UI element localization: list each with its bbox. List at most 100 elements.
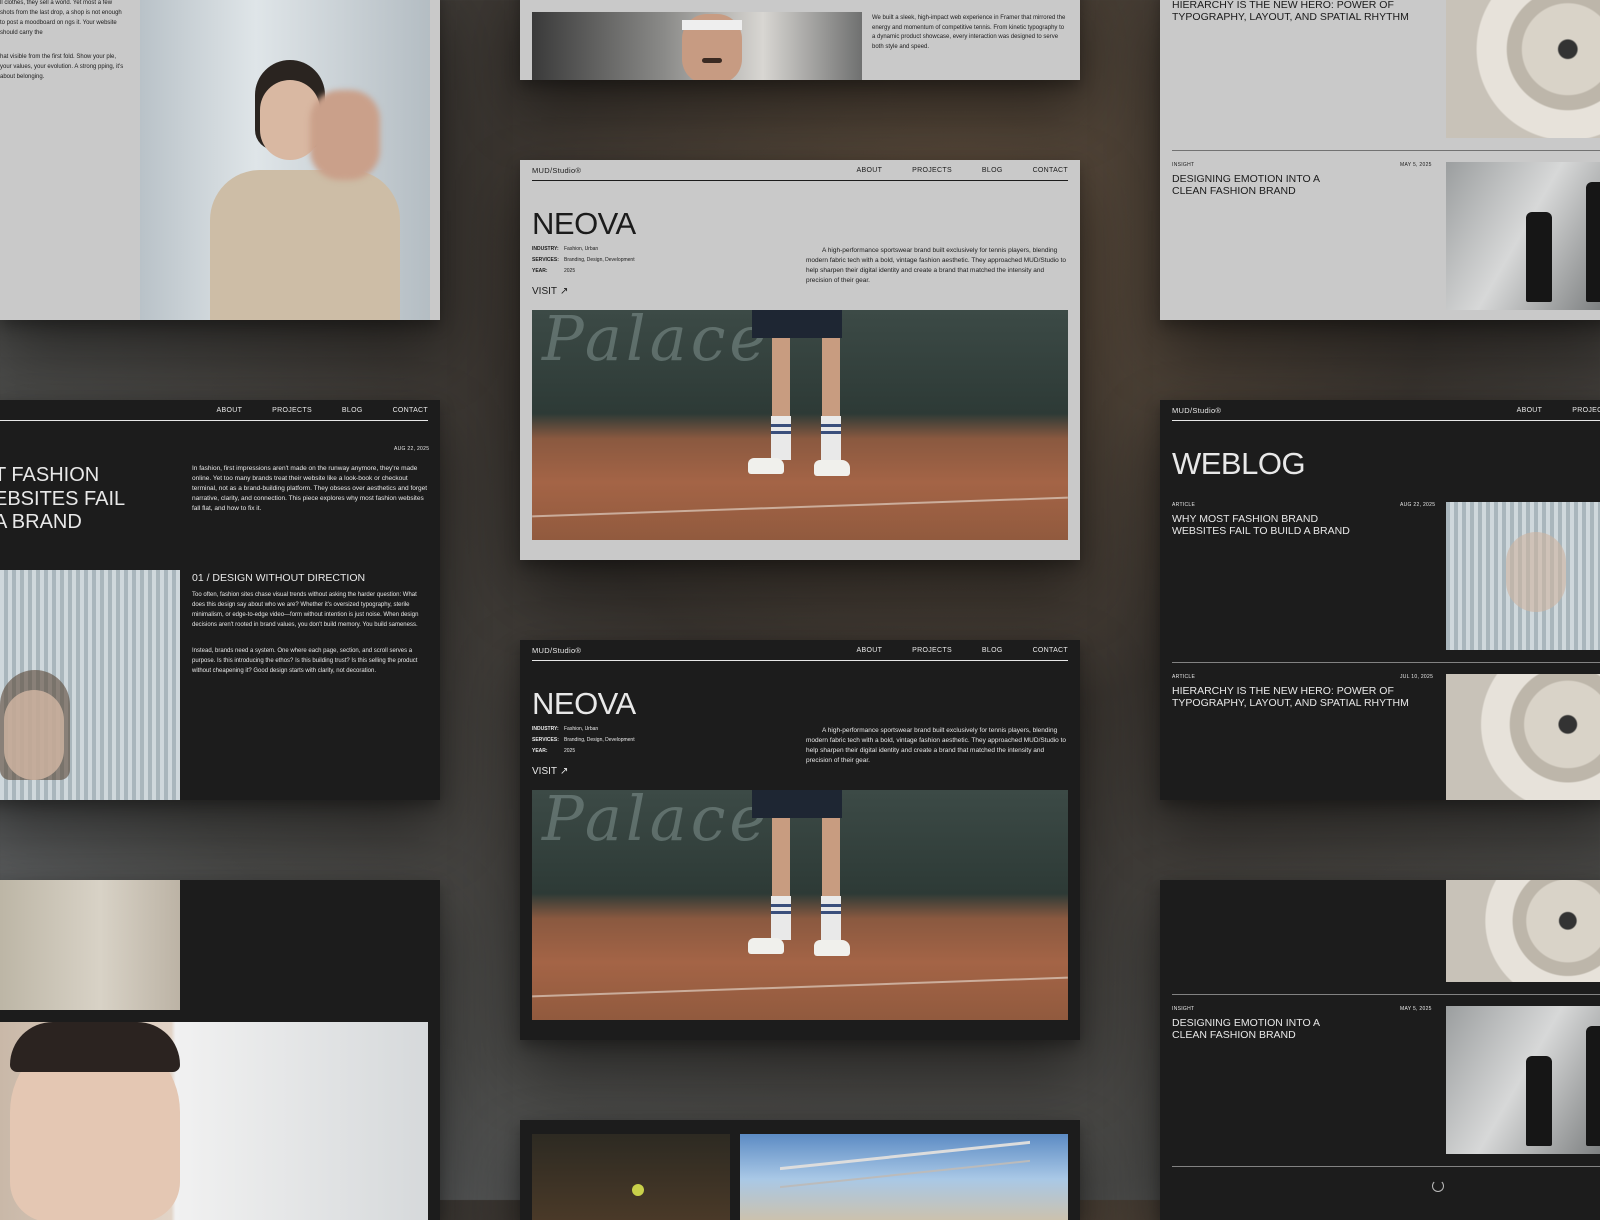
services-value: Branding, Design, Development <box>564 257 635 263</box>
fluted-glass-portrait <box>0 570 180 800</box>
section-heading: 01 / DESIGN WITHOUT DIRECTION <box>192 572 366 584</box>
project-meta: INDUSTRY: Fashion, Urban SERVICES: Brandin… <box>532 724 635 757</box>
card-top-right: HIERARCHY IS THE NEW HERO: POWER OF TYPO… <box>1160 0 1600 320</box>
loading-spinner-icon <box>1432 1180 1444 1192</box>
nav-projects[interactable]: PROJECTS <box>1572 407 1600 414</box>
services-label: SERVICES: <box>532 737 559 743</box>
tennis-court-photo: Palace <box>532 310 1068 540</box>
project-title: NEOVA <box>532 686 636 721</box>
navbar: MUD/Studio® ABOUT PROJECTS BLOG CONTACT <box>532 160 1068 181</box>
nav-contact[interactable]: CONTACT <box>1033 647 1068 654</box>
divider <box>1172 1166 1600 1167</box>
nav-projects[interactable]: PROJECTS <box>912 167 952 174</box>
section-paragraph: Too often, fashion sites chase visual tr… <box>192 592 419 628</box>
model-photo <box>1446 1006 1600 1154</box>
nav-projects[interactable]: PROJECTS <box>272 407 312 414</box>
visit-label: VISIT <box>532 286 558 297</box>
nav-projects[interactable]: PROJECTS <box>912 647 952 654</box>
divider <box>1172 994 1600 995</box>
article-title-line: EBSITES FAIL <box>0 487 126 510</box>
project-description: A high-performance sportswear brand buil… <box>806 727 1067 764</box>
court-lettering: Palace <box>542 790 771 855</box>
project-summary: We built a sleek, high-impact web experi… <box>872 15 1066 50</box>
arrow-up-right-icon: ↗ <box>560 286 569 297</box>
fluted-glass-photo <box>1446 502 1600 650</box>
section-paragraph: Instead, brands need a system. One where… <box>192 648 418 674</box>
tennis-player-photo <box>532 12 862 80</box>
nav-contact[interactable]: CONTACT <box>393 407 428 414</box>
article-link[interactable]: DESIGNING EMOTION INTO A CLEAN FASHION B… <box>1172 1017 1322 1041</box>
year-value: 2025 <box>564 748 576 754</box>
case-study-dark: MUD/Studio® ABOUT PROJECTS BLOG CONTACT … <box>520 640 1080 1040</box>
article-card-dark: ABOUT PROJECTS BLOG CONTACT AUG 22, 2025… <box>0 400 440 800</box>
coil-photo <box>1446 880 1600 982</box>
court-lettering: Palace <box>542 310 771 375</box>
article-intro: In fashion, first impressions aren't mad… <box>192 465 428 512</box>
coil-photo <box>1446 0 1600 138</box>
article-title: HIERARCHY IS THE NEW HERO: POWER OF TYPO… <box>1172 0 1409 23</box>
tennis-detail-photo <box>532 1134 730 1220</box>
article-title-line: T FASHION <box>0 464 100 486</box>
navbar: MUD/Studio® ABOUT PROJECTS BLOG CONTACT <box>532 640 1068 661</box>
article-title: DESIGNING EMOTION INTO A CLEAN FASHION B… <box>1172 173 1320 197</box>
visit-link[interactable]: VISIT ↗ <box>532 766 568 777</box>
tennis-court-photo: Palace <box>532 790 1068 1020</box>
divider <box>1172 150 1600 151</box>
nav-about[interactable]: ABOUT <box>1517 407 1543 414</box>
closeup-portrait-photo <box>0 1022 428 1220</box>
divider <box>1172 662 1600 663</box>
nav-about[interactable]: ABOUT <box>857 167 883 174</box>
article-title: T FASHION EBSITES FAIL A BRAND <box>0 464 125 535</box>
article-date: AUG 22, 2025 <box>394 446 430 452</box>
industry-value: Fashion, Urban <box>564 246 599 252</box>
visit-link[interactable]: VISIT ↗ <box>532 286 568 297</box>
article-tag: ARTICLE <box>1172 502 1196 508</box>
card-bottom-left <box>0 880 440 1220</box>
project-title: NEOVA <box>532 206 636 241</box>
nav-contact[interactable]: CONTACT <box>1033 167 1068 174</box>
model-photo <box>1446 162 1600 310</box>
weblog-card-dark: MUD/Studio® ABOUT PROJECTS WEBLOG ARTICL… <box>1160 400 1600 800</box>
navbar: MUD/Studio® ABOUT PROJECTS <box>1172 400 1600 421</box>
logo[interactable]: MUD/Studio® <box>1172 406 1221 415</box>
arrow-up-right-icon: ↗ <box>560 766 569 777</box>
logo[interactable]: MUD/Studio® <box>532 166 581 175</box>
article-date: AUG 22, 2025 <box>1400 502 1436 508</box>
card-top-left: ll clothes, they sell a world. Yet most … <box>0 0 440 320</box>
nav-blog[interactable]: BLOG <box>342 407 363 414</box>
year-label: YEAR: <box>532 268 548 274</box>
card-bottom-center <box>520 1120 1080 1220</box>
article-tag: INSIGHT <box>1172 162 1195 168</box>
intro-text: ll clothes, they sell a world. Yet most … <box>0 0 122 36</box>
nav-about[interactable]: ABOUT <box>217 407 243 414</box>
card-top-center: We built a sleek, high-impact web experi… <box>520 0 1080 80</box>
services-value: Branding, Design, Development <box>564 737 635 743</box>
article-date: MAY 5, 2025 <box>1400 162 1432 168</box>
portrait-photo <box>0 880 180 1010</box>
visit-label: VISIT <box>532 766 558 777</box>
nav-blog[interactable]: BLOG <box>982 167 1003 174</box>
logo[interactable]: MUD/Studio® <box>532 646 581 655</box>
nav-about[interactable]: ABOUT <box>857 647 883 654</box>
article-date: JUL 10, 2025 <box>1400 674 1434 680</box>
article-title-line: A BRAND <box>0 511 82 533</box>
article-tag: INSIGHT <box>1172 1006 1195 1012</box>
card-bottom-right: INSIGHT MAY 5, 2025 DESIGNING EMOTION IN… <box>1160 880 1600 1220</box>
industry-label: INDUSTRY: <box>532 726 559 732</box>
industry-label: INDUSTRY: <box>532 246 559 252</box>
navbar: ABOUT PROJECTS BLOG CONTACT <box>0 400 428 421</box>
article-link[interactable]: WHY MOST FASHION BRAND WEBSITES FAIL TO … <box>1172 513 1362 537</box>
case-study-light: MUD/Studio® ABOUT PROJECTS BLOG CONTACT … <box>520 160 1080 560</box>
industry-value: Fashion, Urban <box>564 726 599 732</box>
article-link[interactable]: HIERARCHY IS THE NEW HERO: POWER OF TYPO… <box>1172 685 1412 709</box>
weblog-title: WEBLOG <box>1172 446 1306 481</box>
nav-blog[interactable]: BLOG <box>982 647 1003 654</box>
services-label: SERVICES: <box>532 257 559 263</box>
portrait-photo <box>140 0 430 320</box>
coil-photo <box>1446 674 1600 800</box>
project-description: A high-performance sportswear brand buil… <box>806 247 1067 284</box>
stadium-photo <box>740 1134 1068 1220</box>
project-meta: INDUSTRY: Fashion, Urban SERVICES: Brandin… <box>532 244 635 277</box>
article-date: MAY 5, 2025 <box>1400 1006 1432 1012</box>
year-label: YEAR: <box>532 748 548 754</box>
